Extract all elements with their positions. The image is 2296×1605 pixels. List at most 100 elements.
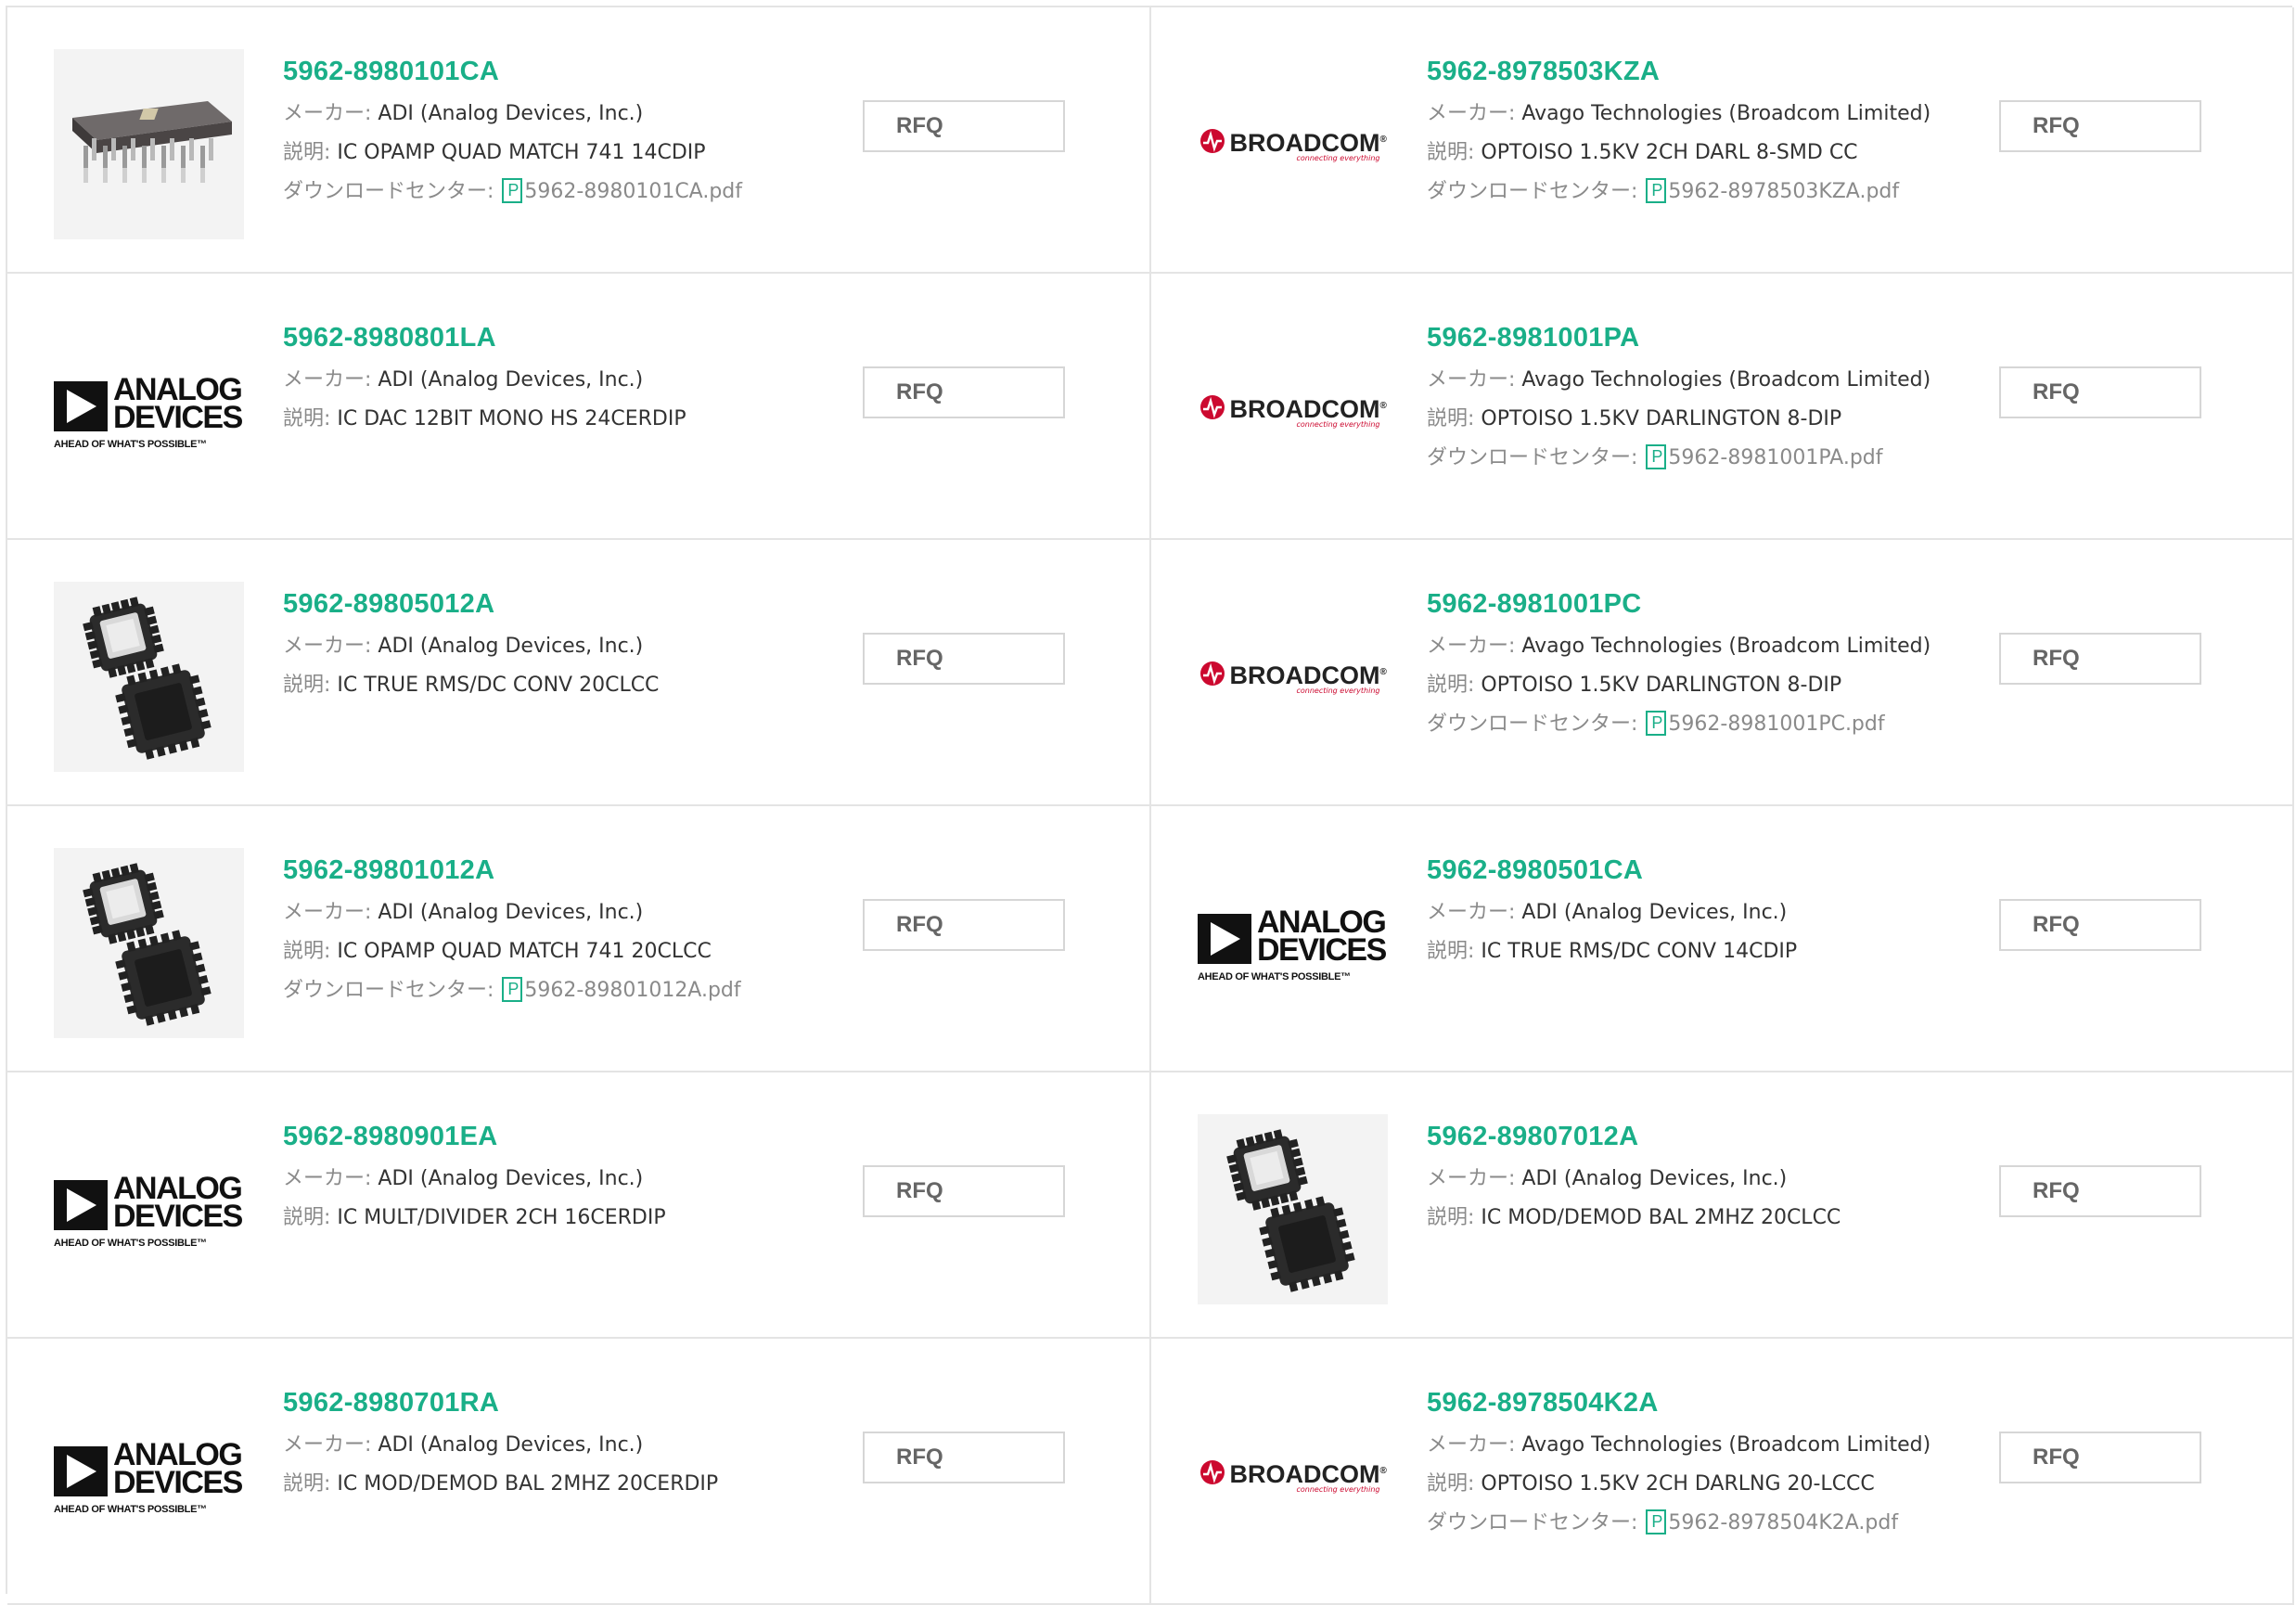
datasheet-link[interactable]: 5962-8981001PC.pdf bbox=[1668, 713, 1884, 736]
pdf-icon[interactable]: P bbox=[1646, 178, 1667, 203]
product-thumbnail[interactable]: BROADCOM® connecting everything bbox=[1198, 315, 1388, 506]
pdf-icon[interactable]: P bbox=[502, 178, 523, 203]
description-value: IC TRUE RMS/DC CONV 14CDIP bbox=[1481, 940, 1798, 963]
product-info: 5962-89807012A メーカー: ADI (Analog Devices… bbox=[1427, 1121, 2002, 1238]
product-info: 5962-8980701RA メーカー: ADI (Analog Devices… bbox=[283, 1387, 858, 1504]
part-number-link[interactable]: 5962-8981001PA bbox=[1427, 322, 2002, 353]
description-label: 説明: bbox=[1427, 940, 1481, 963]
part-number-link[interactable]: 5962-8980801LA bbox=[283, 322, 858, 353]
rfq-button[interactable]: RFQ bbox=[1999, 633, 2201, 685]
description-value: IC MOD/DEMOD BAL 2MHZ 20CERDIP bbox=[337, 1472, 719, 1496]
part-number-link[interactable]: 5962-8980101CA bbox=[283, 56, 858, 87]
description-value: IC OPAMP QUAD MATCH 741 20CLCC bbox=[337, 940, 712, 963]
broadcom-pulse-icon bbox=[1199, 128, 1225, 153]
broadcom-logo-tm: ® bbox=[1379, 400, 1387, 411]
rfq-button[interactable]: RFQ bbox=[863, 100, 1065, 152]
rfq-button[interactable]: RFQ bbox=[863, 899, 1065, 951]
download-label: ダウンロードセンター: bbox=[1427, 1511, 1645, 1534]
part-number-link[interactable]: 5962-8980501CA bbox=[1427, 854, 2002, 886]
rfq-button[interactable]: RFQ bbox=[1999, 1165, 2201, 1217]
adi-logo-tagline: AHEAD OF WHAT'S POSSIBLE™ bbox=[54, 1503, 207, 1515]
datasheet-link[interactable]: 5962-89801012A.pdf bbox=[524, 979, 740, 1002]
download-row: ダウンロードセンター: P 5962-8981001PA.pdf bbox=[1427, 439, 2002, 478]
broadcom-logo-wordmark: BROADCOM bbox=[1229, 394, 1380, 423]
product-thumbnail[interactable]: ANALOG DEVICES AHEAD OF WHAT'S POSSIBLE™ bbox=[54, 1380, 244, 1571]
rfq-button[interactable]: RFQ bbox=[863, 1165, 1065, 1217]
download-row: ダウンロードセンター: P 5962-8978503KZA.pdf bbox=[1427, 173, 2002, 212]
product-info: 5962-8980801LA メーカー: ADI (Analog Devices… bbox=[283, 322, 858, 439]
pdf-icon[interactable]: P bbox=[1646, 711, 1667, 736]
part-number-link[interactable]: 5962-8981001PC bbox=[1427, 588, 2002, 620]
cdip-package-photo bbox=[54, 49, 244, 239]
manufacturer-value: ADI (Analog Devices, Inc.) bbox=[378, 368, 644, 392]
broadcom-logo-tagline: connecting everything bbox=[1296, 1484, 1380, 1494]
download-label: ダウンロードセンター: bbox=[283, 979, 501, 1002]
product-card: 5962-89801012A メーカー: ADI (Analog Devices… bbox=[7, 806, 1151, 1072]
manufacturer-row: メーカー: ADI (Analog Devices, Inc.) bbox=[283, 1160, 858, 1199]
manufacturer-value: ADI (Analog Devices, Inc.) bbox=[378, 102, 644, 125]
product-info: 5962-8981001PA メーカー: Avago Technologies … bbox=[1427, 322, 2002, 478]
description-row: 説明: OPTOISO 1.5KV 2CH DARLNG 20-LCCC bbox=[1427, 1465, 2002, 1504]
adi-logo-line2: DEVICES bbox=[113, 1198, 243, 1234]
description-value: IC MOD/DEMOD BAL 2MHZ 20CLCC bbox=[1481, 1206, 1841, 1229]
adi-logo-line2: DEVICES bbox=[1257, 931, 1387, 968]
broadcom-logo: BROADCOM® connecting everything bbox=[1199, 1456, 1387, 1496]
rfq-button[interactable]: RFQ bbox=[863, 366, 1065, 418]
analog-devices-logo: ANALOG DEVICES AHEAD OF WHAT'S POSSIBLE™ bbox=[54, 1439, 244, 1515]
broadcom-logo-name: BROADCOM® bbox=[1230, 1457, 1387, 1488]
part-number-link[interactable]: 5962-8978504K2A bbox=[1427, 1387, 2002, 1419]
part-number-link[interactable]: 5962-8978503KZA bbox=[1427, 56, 2002, 87]
product-thumbnail[interactable]: ANALOG DEVICES AHEAD OF WHAT'S POSSIBLE™ bbox=[54, 1114, 244, 1304]
product-thumbnail[interactable]: BROADCOM® connecting everything bbox=[1198, 1380, 1388, 1571]
broadcom-logo-tm: ® bbox=[1379, 134, 1387, 145]
lcc-package-photo bbox=[54, 848, 244, 1038]
rfq-button[interactable]: RFQ bbox=[1999, 366, 2201, 418]
product-thumbnail[interactable]: ANALOG DEVICES AHEAD OF WHAT'S POSSIBLE™ bbox=[1198, 848, 1388, 1038]
product-info: 5962-8978503KZA メーカー: Avago Technologies… bbox=[1427, 56, 2002, 212]
description-label: 説明: bbox=[283, 1206, 338, 1229]
product-card: 5962-89805012A メーカー: ADI (Analog Devices… bbox=[7, 540, 1151, 806]
download-row: ダウンロードセンター: P 5962-8981001PC.pdf bbox=[1427, 705, 2002, 744]
product-thumbnail[interactable] bbox=[54, 848, 244, 1038]
pdf-icon[interactable]: P bbox=[1646, 1509, 1667, 1534]
datasheet-link[interactable]: 5962-8978504K2A.pdf bbox=[1668, 1511, 1898, 1534]
part-number-link[interactable]: 5962-8980701RA bbox=[283, 1387, 858, 1419]
datasheet-link[interactable]: 5962-8980101CA.pdf bbox=[524, 180, 742, 203]
rfq-button[interactable]: RFQ bbox=[863, 1432, 1065, 1483]
datasheet-link[interactable]: 5962-8981001PA.pdf bbox=[1668, 446, 1882, 469]
analog-devices-logo: ANALOG DEVICES AHEAD OF WHAT'S POSSIBLE™ bbox=[54, 374, 244, 450]
adi-logo-line2: DEVICES bbox=[113, 1464, 243, 1500]
product-thumbnail[interactable] bbox=[54, 49, 244, 239]
product-thumbnail[interactable]: BROADCOM® connecting everything bbox=[1198, 49, 1388, 239]
adi-logo-tagline: AHEAD OF WHAT'S POSSIBLE™ bbox=[54, 438, 207, 450]
part-number-link[interactable]: 5962-8980901EA bbox=[283, 1121, 858, 1152]
product-thumbnail[interactable]: BROADCOM® connecting everything bbox=[1198, 582, 1388, 772]
lcc-package-photo bbox=[54, 582, 244, 772]
broadcom-logo-tagline: connecting everything bbox=[1296, 419, 1380, 429]
part-number-link[interactable]: 5962-89805012A bbox=[283, 588, 858, 620]
product-thumbnail[interactable] bbox=[54, 582, 244, 772]
rfq-button[interactable]: RFQ bbox=[1999, 100, 2201, 152]
part-number-link[interactable]: 5962-89807012A bbox=[1427, 1121, 2002, 1152]
adi-logo-line2: DEVICES bbox=[113, 399, 243, 435]
product-card: BROADCOM® connecting everything 5962-898… bbox=[1151, 274, 2294, 540]
rfq-button[interactable]: RFQ bbox=[863, 633, 1065, 685]
datasheet-link[interactable]: 5962-8978503KZA.pdf bbox=[1668, 180, 1899, 203]
broadcom-logo-tm: ® bbox=[1379, 1465, 1387, 1476]
description-row: 説明: IC MOD/DEMOD BAL 2MHZ 20CLCC bbox=[1427, 1199, 2002, 1238]
rfq-button[interactable]: RFQ bbox=[1999, 899, 2201, 951]
product-card: 5962-8980101CA メーカー: ADI (Analog Devices… bbox=[7, 7, 1151, 274]
product-thumbnail[interactable]: ANALOG DEVICES AHEAD OF WHAT'S POSSIBLE™ bbox=[54, 315, 244, 506]
pdf-icon[interactable]: P bbox=[1646, 444, 1667, 469]
manufacturer-row: メーカー: Avago Technologies (Broadcom Limit… bbox=[1427, 627, 2002, 666]
manufacturer-value: ADI (Analog Devices, Inc.) bbox=[1521, 1167, 1788, 1190]
description-label: 説明: bbox=[1427, 141, 1481, 164]
pdf-icon[interactable]: P bbox=[502, 977, 523, 1002]
product-info: 5962-8980901EA メーカー: ADI (Analog Devices… bbox=[283, 1121, 858, 1238]
part-number-link[interactable]: 5962-89801012A bbox=[283, 854, 858, 886]
rfq-button[interactable]: RFQ bbox=[1999, 1432, 2201, 1483]
product-info: 5962-89805012A メーカー: ADI (Analog Devices… bbox=[283, 588, 858, 705]
adi-logo-tagline: AHEAD OF WHAT'S POSSIBLE™ bbox=[54, 1237, 207, 1249]
manufacturer-label: メーカー: bbox=[1427, 635, 1522, 658]
product-thumbnail[interactable] bbox=[1198, 1114, 1388, 1304]
